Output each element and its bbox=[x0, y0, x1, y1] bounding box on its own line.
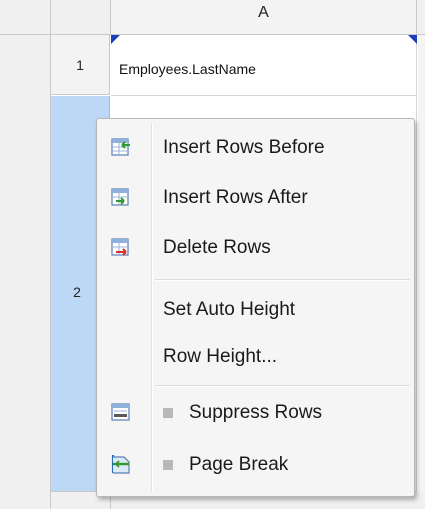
menu-item-label: Delete Rows bbox=[163, 237, 271, 258]
row-context-menu: Insert Rows Before Insert Rows After Del… bbox=[96, 118, 415, 497]
column-header-filler bbox=[418, 0, 425, 34]
row-number-header bbox=[51, 0, 111, 34]
suppress-rows-checkbox[interactable] bbox=[163, 408, 173, 418]
menu-item-label: Row Height... bbox=[163, 346, 278, 367]
row-number-label: 2 bbox=[73, 283, 81, 300]
column-header-a[interactable]: A bbox=[111, 0, 417, 34]
left-gutter bbox=[0, 35, 51, 509]
row-header-1[interactable]: 1 bbox=[51, 35, 110, 95]
menu-item-page-break[interactable]: Page Break bbox=[97, 441, 414, 489]
delete-rows-icon bbox=[110, 236, 132, 258]
suppress-rows-icon bbox=[110, 401, 132, 423]
menu-item-label: Set Auto Height bbox=[163, 299, 296, 320]
insert-rows-before-icon bbox=[110, 136, 132, 158]
row-number-label: 1 bbox=[76, 56, 84, 73]
page-break-checkbox[interactable] bbox=[163, 460, 173, 470]
page-break-icon bbox=[110, 453, 132, 475]
menu-item-set-auto-height[interactable]: Set Auto Height bbox=[97, 286, 414, 334]
menu-item-insert-rows-after[interactable]: Insert Rows After bbox=[97, 174, 414, 222]
menu-item-label: Page Break bbox=[189, 454, 289, 475]
menu-item-row-height[interactable]: Row Height... bbox=[97, 333, 414, 381]
cell-a1[interactable]: Employees.LastName bbox=[111, 35, 417, 96]
cell-marker-icon bbox=[408, 35, 417, 44]
menu-item-insert-rows-before[interactable]: Insert Rows Before bbox=[97, 124, 414, 172]
menu-item-label: Insert Rows Before bbox=[163, 137, 325, 158]
cell-marker-icon bbox=[111, 35, 120, 44]
menu-item-suppress-rows[interactable]: Suppress Rows bbox=[97, 389, 414, 437]
cell-a1-value: Employees.LastName bbox=[119, 61, 256, 77]
insert-rows-after-icon bbox=[110, 186, 132, 208]
menu-item-label: Suppress Rows bbox=[189, 402, 323, 423]
right-edge-strip bbox=[418, 35, 425, 492]
sheet-corner[interactable] bbox=[0, 0, 51, 34]
menu-item-label: Insert Rows After bbox=[163, 187, 308, 208]
menu-separator bbox=[155, 385, 410, 387]
menu-separator bbox=[155, 279, 410, 281]
menu-item-delete-rows[interactable]: Delete Rows bbox=[97, 224, 414, 272]
